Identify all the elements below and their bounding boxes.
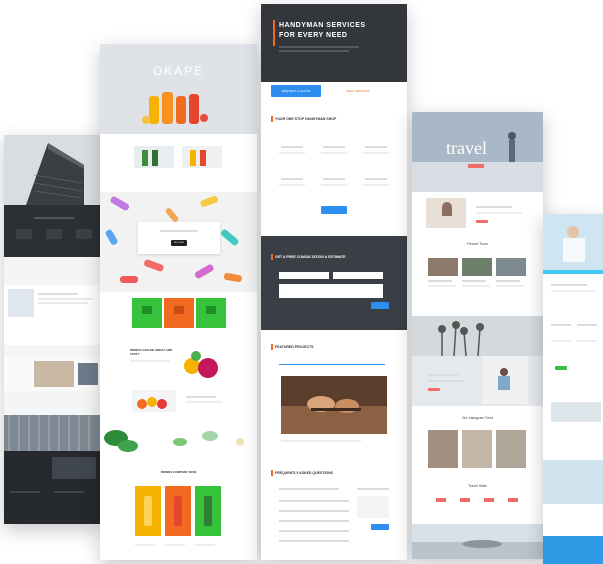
product-tile-green[interactable] xyxy=(195,486,221,536)
intro-button[interactable] xyxy=(476,220,488,223)
projects-heading: FEATURED PROJECTS xyxy=(275,345,314,349)
faq-item[interactable] xyxy=(279,510,349,512)
instagram-photo[interactable] xyxy=(496,430,526,468)
message-field[interactable] xyxy=(279,284,383,298)
view-services-button[interactable]: VIEW SERVICES xyxy=(333,85,383,97)
submit-button[interactable] xyxy=(371,302,389,309)
hero-title-line1: HANDYMAN SERVICES xyxy=(279,22,366,29)
travel-tours: Recent Tours xyxy=(412,238,543,308)
services-cta-button[interactable] xyxy=(321,206,347,214)
feature-box-green[interactable] xyxy=(132,298,162,328)
travel-hero-title: travel xyxy=(446,138,487,158)
corporate-photo-row xyxy=(4,357,103,391)
faq-item[interactable] xyxy=(279,520,349,522)
panel-okape: OKAPE BUY NOW DRINKS CAN BE GREAT AND TA… xyxy=(100,44,257,560)
medical-photo-2 xyxy=(543,460,603,504)
product-tile-orange[interactable] xyxy=(165,486,191,536)
travel-instagram: Our Instagram Feed xyxy=(412,412,543,478)
feature-box-green-2[interactable] xyxy=(196,298,226,328)
services-heading: YOUR ONE STOP HANDYMAN SHOP xyxy=(275,117,337,121)
panel-medical xyxy=(543,214,603,564)
product-tile-yellow[interactable] xyxy=(135,486,161,536)
medical-footer xyxy=(543,536,603,564)
instagram-photo[interactable] xyxy=(462,430,492,468)
handyman-consultation: GET A FREE CONSULTATION & ESTIMATE xyxy=(261,236,407,330)
project-image[interactable] xyxy=(281,376,387,434)
instagram-photo[interactable] xyxy=(428,430,458,468)
travel-footer-image xyxy=(412,524,543,559)
corporate-hero xyxy=(4,135,103,205)
medical-hero xyxy=(543,214,603,270)
medical-green-button[interactable] xyxy=(555,366,567,370)
instagram-heading: Our Instagram Feed xyxy=(461,416,494,420)
product-card[interactable] xyxy=(134,146,174,168)
handyman-projects: FEATURED PROJECTS xyxy=(261,340,407,460)
travel-hero-button[interactable] xyxy=(468,164,484,168)
handyman-services: YOUR ONE STOP HANDYMAN SHOP xyxy=(261,112,407,232)
fruit-image xyxy=(184,351,218,378)
feature-box-orange[interactable] xyxy=(164,298,194,328)
faq-contact-button[interactable] xyxy=(371,524,389,530)
okape-product-row xyxy=(130,146,230,172)
travel-intro xyxy=(412,192,543,238)
product-card[interactable] xyxy=(182,146,222,168)
travel-palms xyxy=(412,316,543,406)
corporate-footer xyxy=(4,451,103,524)
request-quote-button[interactable]: REQUEST A QUOTE xyxy=(271,85,321,97)
tour-card[interactable] xyxy=(496,258,526,276)
faq-item[interactable] xyxy=(279,488,339,490)
handyman-hero-buttons: REQUEST A QUOTE VIEW SERVICES xyxy=(261,82,407,100)
fruit-basket-image xyxy=(132,390,176,412)
medical-photo xyxy=(551,402,601,422)
drink-bottles-image xyxy=(142,92,208,124)
panel-travel: travel Recent Tours Our Instagram Feed T… xyxy=(412,112,543,559)
skyscraper-image xyxy=(4,135,103,205)
travel-stats: Travel Stats xyxy=(412,482,543,522)
panel-corporate xyxy=(4,135,103,524)
faq-item[interactable] xyxy=(279,530,349,532)
palm-trees-image xyxy=(412,316,543,404)
consult-heading: GET A FREE CONSULTATION & ESTIMATE xyxy=(275,255,346,259)
explore-button[interactable] xyxy=(428,388,440,391)
tour-card[interactable] xyxy=(428,258,458,276)
okape-fruit-row xyxy=(130,388,230,414)
okape-candy-band: BUY NOW xyxy=(100,192,257,292)
okape-bottom-section: DRINKS COMPANY NOW xyxy=(100,464,257,560)
stats-heading: Travel Stats xyxy=(468,484,487,488)
handyman-hero: HANDYMAN SERVICES FOR EVERY NEED xyxy=(261,4,407,82)
email-field[interactable] xyxy=(333,272,383,279)
corporate-dark-band xyxy=(4,205,103,257)
bottom-heading: DRINKS COMPANY NOW xyxy=(160,470,197,474)
faq-item[interactable] xyxy=(279,500,349,502)
okape-hero: OKAPE xyxy=(100,44,257,134)
corporate-building-image xyxy=(4,415,103,451)
featured-card: BUY NOW xyxy=(138,222,220,254)
travel-hero: travel xyxy=(412,112,543,192)
panel-handyman: HANDYMAN SERVICES FOR EVERY NEED REQUEST… xyxy=(261,4,407,560)
faq-item[interactable] xyxy=(279,540,349,542)
name-field[interactable] xyxy=(279,272,329,279)
faq-heading: FREQUENTLY ASKED QUESTIONS xyxy=(275,471,334,475)
handyman-faq: FREQUENTLY ASKED QUESTIONS xyxy=(261,466,407,560)
okape-drink-section: DRINKS CAN BE GREAT AND TASTY xyxy=(130,344,230,384)
hero-title-line2: FOR EVERY NEED xyxy=(279,32,348,39)
okape-leaves-band xyxy=(100,416,257,452)
corporate-about xyxy=(4,285,103,345)
leaves-image xyxy=(104,430,244,452)
buy-now-button[interactable]: BUY NOW xyxy=(171,240,187,246)
tour-card[interactable] xyxy=(462,258,492,276)
tours-heading: Recent Tours xyxy=(467,242,488,246)
okape-feature-boxes xyxy=(132,298,227,330)
